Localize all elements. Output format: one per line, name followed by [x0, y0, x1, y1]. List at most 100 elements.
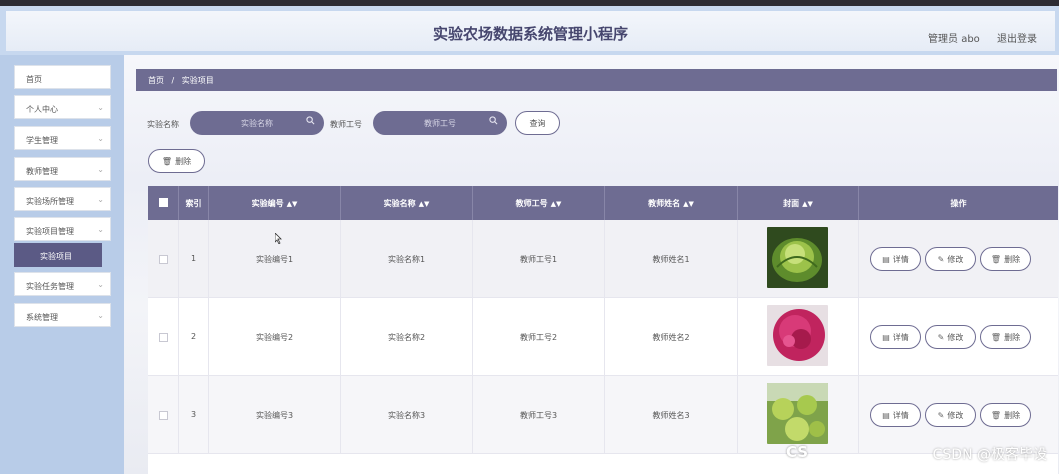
row-select-cell [148, 298, 179, 376]
cell-name: 实验名称3 [341, 376, 473, 454]
column-header-code[interactable]: 实验编号 ▲▼ [209, 186, 341, 220]
sidebar-item-label: 个人中心 [26, 105, 58, 114]
cabbage-cover-image [767, 227, 828, 288]
search-icon [489, 116, 498, 125]
breadcrumb: 首页 / 实验项目 [136, 69, 1057, 91]
table-row: 3 实验编号3 实验名称3 教师工号3 教师姓名3 ▤ 详情 ✎ 修改 🗑 删除 [148, 376, 1058, 454]
column-header-label: 索引 [185, 199, 202, 208]
delete-button[interactable]: 🗑 删除 [980, 247, 1031, 271]
sidebar-item-student-management[interactable]: 学生管理 ⌄ [14, 126, 111, 150]
sidebar-item-label: 系统管理 [26, 313, 58, 322]
row-checkbox[interactable] [159, 333, 168, 342]
cell-teacher-id: 教师工号3 [473, 376, 605, 454]
detail-button[interactable]: ▤ 详情 [870, 325, 921, 349]
data-table: 索引 实验编号 ▲▼ 实验名称 ▲▼ 教师工号 ▲▼ 教师姓名 ▲▼ 封面 ▲▼ 操作 [148, 186, 1058, 474]
cell-teacher-id: 教师工号2 [473, 298, 605, 376]
column-header-label: 教师姓名 [648, 199, 681, 208]
cell-code: 实验编号1 [209, 220, 341, 298]
trash-icon: 🗑 [990, 255, 1002, 264]
detail-label: 详情 [892, 255, 909, 264]
edit-button[interactable]: ✎ 修改 [925, 325, 976, 349]
edit-button[interactable]: ✎ 修改 [925, 403, 976, 427]
teacher-id-label: 教师工号 [330, 120, 362, 129]
delete-label: 删除 [1004, 333, 1021, 342]
current-user: 管理员 abo [928, 34, 980, 45]
sidebar-subitem-project[interactable]: 实验项目 [14, 243, 102, 267]
detail-label: 详情 [892, 333, 909, 342]
column-header-label: 教师工号 [515, 199, 548, 208]
edit-label: 修改 [947, 255, 964, 264]
trash-icon: 🗑 [990, 411, 1002, 420]
select-all-checkbox[interactable] [159, 198, 168, 207]
pink-flower-cover-image [767, 305, 828, 366]
sort-icon[interactable]: ▲▼ [802, 200, 813, 208]
breadcrumb-home[interactable]: 首页 [148, 76, 164, 85]
sidebar-item-teacher-management[interactable]: 教师管理 ⌄ [14, 157, 111, 181]
column-header-actions: 操作 [859, 186, 1058, 220]
experiment-name-input[interactable]: 实验名称 [190, 111, 324, 135]
cell-name: 实验名称2 [341, 298, 473, 376]
green-fruit-cover-image [767, 383, 828, 444]
sort-icon[interactable]: ▲▼ [419, 200, 430, 208]
sidebar-item-site-management[interactable]: 实验场所管理 ⌄ [14, 187, 111, 211]
delete-button[interactable]: 🗑 删除 [980, 325, 1031, 349]
header-user-area: 管理员 abo 退出登录 [914, 30, 1037, 45]
sidebar: 首页 个人中心 ⌄ 学生管理 ⌄ 教师管理 ⌄ 实验场所管理 ⌄ 实验项目管理 … [0, 55, 124, 474]
cell-index: 2 [179, 298, 209, 376]
teacher-id-input[interactable]: 教师工号 [373, 111, 507, 135]
teacher-id-placeholder: 教师工号 [424, 119, 456, 128]
column-header-teacher-name[interactable]: 教师姓名 ▲▼ [605, 186, 738, 220]
delete-label: 删除 [1004, 411, 1021, 420]
sidebar-item-label: 实验场所管理 [26, 197, 74, 206]
sidebar-item-personal-center[interactable]: 个人中心 ⌄ [14, 95, 111, 119]
query-button[interactable]: 查询 [515, 111, 560, 135]
column-header-name[interactable]: 实验名称 ▲▼ [341, 186, 473, 220]
chevron-down-icon: ⌄ [97, 311, 104, 320]
breadcrumb-separator: / [171, 76, 175, 85]
sort-icon[interactable]: ▲▼ [551, 200, 562, 208]
chevron-down-icon: ⌄ [97, 165, 104, 174]
sidebar-item-label: 首页 [26, 75, 42, 84]
cell-actions: ▤ 详情 ✎ 修改 🗑 删除 [859, 220, 1058, 298]
experiment-name-placeholder: 实验名称 [241, 119, 273, 128]
sidebar-item-label: 实验任务管理 [26, 282, 74, 291]
detail-button[interactable]: ▤ 详情 [870, 247, 921, 271]
row-checkbox[interactable] [159, 411, 168, 420]
trash-icon: 🗑 [990, 333, 1002, 342]
cell-code: 实验编号2 [209, 298, 341, 376]
delete-button[interactable]: 🗑 删除 [980, 403, 1031, 427]
cell-code: 实验编号3 [209, 376, 341, 454]
cell-name: 实验名称1 [341, 220, 473, 298]
sidebar-item-system-management[interactable]: 系统管理 ⌄ [14, 303, 111, 327]
edit-button[interactable]: ✎ 修改 [925, 247, 976, 271]
sidebar-item-task-management[interactable]: 实验任务管理 ⌄ [14, 272, 111, 296]
cell-teacher-name: 教师姓名3 [605, 376, 738, 454]
sort-icon[interactable]: ▲▼ [287, 200, 298, 208]
sidebar-item-label: 教师管理 [26, 167, 58, 176]
column-header-label: 实验编号 [251, 199, 284, 208]
cell-cover [738, 298, 859, 376]
main-content: 首页 / 实验项目 实验名称 实验名称 教师工号 教师工号 查询 🗑删除 索引 [124, 55, 1059, 474]
row-checkbox[interactable] [159, 255, 168, 264]
column-header-label: 封面 [783, 199, 800, 208]
sidebar-item-label: 实验项目管理 [26, 227, 74, 236]
column-header-cover[interactable]: 封面 ▲▼ [738, 186, 859, 220]
header-panel: 实验农场数据系统管理小程序 管理员 abo 退出登录 [6, 11, 1055, 51]
detail-button[interactable]: ▤ 详情 [870, 403, 921, 427]
header-select-cell [148, 186, 179, 220]
column-header-teacher-id[interactable]: 教师工号 ▲▼ [473, 186, 605, 220]
watermark-csdn: CSDN @极客毕设 [932, 447, 1047, 463]
column-header-label: 操作 [950, 199, 967, 208]
breadcrumb-current: 实验项目 [181, 76, 214, 85]
cell-cover [738, 220, 859, 298]
bulk-delete-button[interactable]: 🗑 删除 [148, 149, 205, 173]
cell-teacher-name: 教师姓名1 [605, 220, 738, 298]
chevron-down-icon: ⌄ [97, 225, 104, 234]
cell-index: 3 [179, 376, 209, 454]
sidebar-item-home[interactable]: 首页 [14, 65, 111, 89]
sidebar-item-project-management[interactable]: 实验项目管理 ⌄ [14, 217, 111, 241]
mouse-pointer-icon [275, 233, 282, 244]
logout-link[interactable]: 退出登录 [997, 34, 1037, 45]
sort-icon[interactable]: ▲▼ [683, 200, 694, 208]
column-header-label: 实验名称 [383, 199, 416, 208]
